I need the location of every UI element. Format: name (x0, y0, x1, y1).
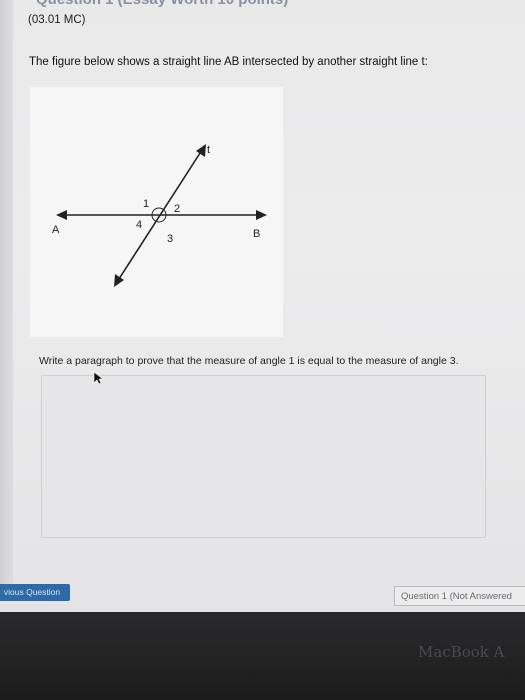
angle-2-label: 2 (174, 203, 180, 215)
arrow-t-icon (196, 144, 206, 157)
arrow-a-icon (56, 210, 67, 220)
line-t (116, 149, 203, 283)
angle-4-label: 4 (136, 219, 142, 231)
browser-screen: Question 1 (Essay Worth 10 points) (03.0… (0, 0, 525, 612)
photo-frame: Question 1 (Essay Worth 10 points) (03.0… (0, 0, 525, 700)
essay-instruction: Write a paragraph to prove that the meas… (39, 355, 459, 367)
arrow-t-bottom-icon (114, 274, 124, 287)
label-b: B (253, 228, 260, 240)
angle-1-label: 1 (143, 198, 149, 210)
essay-answer-field[interactable] (41, 375, 486, 538)
left-sidebar-strip (0, 0, 13, 600)
question-prompt: The figure below shows a straight line A… (29, 56, 428, 68)
label-t: t (207, 144, 210, 156)
label-a: A (52, 224, 60, 236)
angle-3-label: 3 (167, 233, 173, 245)
mouse-cursor-icon (93, 371, 104, 390)
question-status-button[interactable]: Question 1 (Not Answered (394, 586, 525, 606)
previous-question-button[interactable]: vious Question (0, 584, 70, 601)
arrow-b-icon (256, 210, 267, 220)
device-brand-label: MacBook A (418, 643, 505, 661)
question-code: (03.01 MC) (28, 14, 86, 26)
question-header: Question 1 (Essay Worth 10 points) (36, 0, 288, 8)
geometry-figure: A B t 1 2 3 4 (30, 87, 283, 337)
figure-svg: A B t 1 2 3 4 (52, 144, 267, 287)
